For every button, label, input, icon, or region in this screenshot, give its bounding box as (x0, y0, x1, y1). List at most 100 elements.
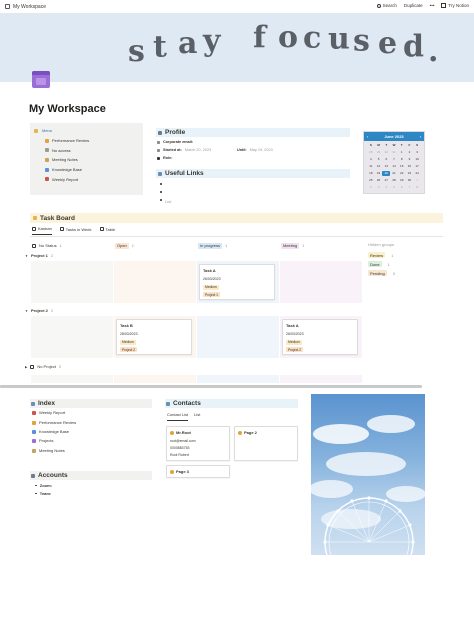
calendar-day[interactable]: 9 (406, 157, 414, 162)
menu-item[interactable]: Performance Review (45, 136, 89, 146)
calendar-day[interactable]: 5 (375, 157, 383, 162)
calendar-day[interactable]: 14 (390, 164, 398, 169)
calendar-day[interactable]: 19 (375, 171, 383, 176)
menu-item[interactable]: No access (45, 146, 89, 156)
calendar-day[interactable]: 21 (390, 171, 398, 176)
tab-table[interactable]: Table (99, 226, 115, 235)
menu-item[interactable]: Meeting Notes (45, 155, 89, 165)
calendar-day[interactable]: 7 (390, 157, 398, 162)
calendar-widget[interactable]: ‹ June 2023 › S M T W T F S 28 29 30 31 1 2 3 4 5 6 7 8 9 10… (363, 131, 425, 194)
try-notion-button[interactable]: Try Notion (441, 3, 469, 8)
hidden-group-review[interactable]: Review 1 (368, 252, 393, 258)
index-item[interactable]: Meeting Notes (32, 448, 65, 453)
menu-item[interactable]: Weekly Report (45, 174, 89, 184)
table-icon (99, 227, 104, 231)
toggle-icon[interactable]: ▼ (25, 254, 28, 258)
calendar-prev-button[interactable]: ‹ (367, 134, 368, 139)
calendar-day[interactable]: 29 (398, 178, 406, 183)
menu-item[interactable]: Knowledge Base (45, 165, 89, 175)
index-item[interactable]: Weekly Report (32, 410, 65, 415)
calendar-day[interactable]: 1 (398, 150, 406, 155)
group-project-1[interactable]: ▼ Project 1 2 (25, 253, 53, 258)
tab-contact-list[interactable]: Contact List (167, 412, 189, 421)
tab-list[interactable]: List (194, 412, 200, 421)
index-item[interactable]: Projects (32, 438, 53, 443)
calendar-day[interactable]: 4 (382, 185, 390, 190)
calendar-day[interactable]: 18 (367, 171, 375, 176)
calendar-day[interactable]: 3 (375, 185, 383, 190)
lane-in-progress (197, 375, 279, 383)
calendar-day[interactable]: 6 (382, 157, 390, 162)
calendar-day[interactable]: 31 (390, 150, 398, 155)
hidden-group-label: Pending (368, 270, 387, 276)
group-project-2[interactable]: ▼ Project 2 2 (25, 308, 53, 313)
calendar-day[interactable]: 8 (413, 185, 421, 190)
calendar-day[interactable]: 8 (398, 157, 406, 162)
contact-card[interactable]: Page 3 (166, 465, 230, 478)
calendar-day[interactable]: 24 (413, 171, 421, 176)
toggle-icon[interactable]: ▶ (25, 365, 27, 369)
calendar-day[interactable]: 3 (413, 150, 421, 155)
calendar-day[interactable]: 20 (382, 171, 391, 176)
group-no-project[interactable]: ▶ No Project 0 (25, 364, 61, 369)
calendar-day[interactable]: 28 (390, 178, 398, 183)
calendar-icon[interactable] (32, 71, 50, 88)
task-card[interactable]: Task B 28/03/2023 Medium Project 2 (116, 319, 192, 355)
link-bullet[interactable] (160, 189, 162, 194)
calendar-next-button[interactable]: › (420, 134, 421, 139)
tab-kanban[interactable]: Kanban (32, 226, 52, 235)
calendar-day[interactable]: 27 (382, 178, 390, 183)
calendar-day[interactable]: 1 (413, 178, 421, 183)
more-button[interactable]: ••• (430, 3, 435, 8)
started-value[interactable]: March 20, 2023 (185, 148, 211, 152)
calendar-day[interactable]: 10 (413, 157, 421, 162)
calendar-day[interactable]: 22 (398, 171, 406, 176)
contact-card[interactable]: Page 2 (234, 426, 298, 461)
link-bullet[interactable] (160, 197, 162, 202)
calendar-day[interactable]: 17 (413, 164, 421, 169)
contact-card[interactable]: Mr.Root root@email.com 0000883753 Root R… (166, 426, 230, 461)
task-card[interactable]: Task A 26/03/2023 Medium Project 1 (199, 264, 275, 300)
breadcrumb[interactable]: My Workspace (5, 4, 46, 10)
calendar-day[interactable]: 26 (375, 178, 383, 183)
calendar-day[interactable]: 25 (367, 178, 375, 183)
column-in-progress[interactable]: In progress 1 (198, 242, 227, 249)
duplicate-button[interactable]: Duplicate (404, 3, 423, 8)
column-open[interactable]: Open 1 (115, 242, 134, 249)
list-placeholder[interactable]: List (165, 199, 171, 204)
calendar-day[interactable]: 2 (406, 150, 414, 155)
until-row: Until: May 19, 2023 (237, 148, 273, 152)
column-count: 1 (225, 243, 228, 248)
calendar-day[interactable]: 5 (390, 185, 398, 190)
workspace-name[interactable]: My Workspace (13, 4, 46, 10)
index-item[interactable]: Knowledge Base (32, 429, 69, 434)
calendar-day[interactable]: 13 (382, 164, 390, 169)
calendar-day[interactable]: 23 (406, 171, 414, 176)
calendar-day[interactable]: 30 (406, 178, 414, 183)
link-bullet[interactable] (160, 181, 162, 186)
calendar-day[interactable]: 6 (398, 185, 406, 190)
task-card[interactable]: Task A 26/03/2023 Medium Project 2 (282, 319, 358, 355)
top-bar: My Workspace Search Duplicate ••• Try No… (0, 0, 474, 13)
column-no-status[interactable]: No Status 1 (32, 242, 62, 249)
calendar-day[interactable]: 28 (367, 150, 375, 155)
calendar-day[interactable]: 7 (406, 185, 414, 190)
index-item[interactable]: Performance Review (32, 420, 76, 425)
horizontal-scrollbar[interactable] (0, 385, 422, 388)
hidden-group-done[interactable]: Done 1 (368, 261, 390, 267)
calendar-day[interactable]: 15 (398, 164, 406, 169)
calendar-day[interactable]: 16 (406, 164, 414, 169)
calendar-day[interactable]: 2 (367, 185, 375, 190)
column-meeting[interactable]: Meeting 1 (281, 242, 304, 249)
calendar-day[interactable]: 11 (367, 164, 375, 169)
search-button[interactable]: Search (376, 3, 397, 8)
toggle-icon[interactable]: ▼ (25, 309, 28, 313)
calendar-weekday: F (408, 143, 411, 147)
calendar-day[interactable]: 30 (382, 150, 390, 155)
calendar-day[interactable]: 29 (375, 150, 383, 155)
tab-tasks-in-week[interactable]: Tasks in Week (59, 226, 92, 235)
calendar-day[interactable]: 4 (367, 157, 375, 162)
calendar-day[interactable]: 12 (375, 164, 383, 169)
hidden-group-pending[interactable]: Pending 0 (368, 270, 395, 276)
until-value[interactable]: May 19, 2023 (250, 148, 273, 152)
